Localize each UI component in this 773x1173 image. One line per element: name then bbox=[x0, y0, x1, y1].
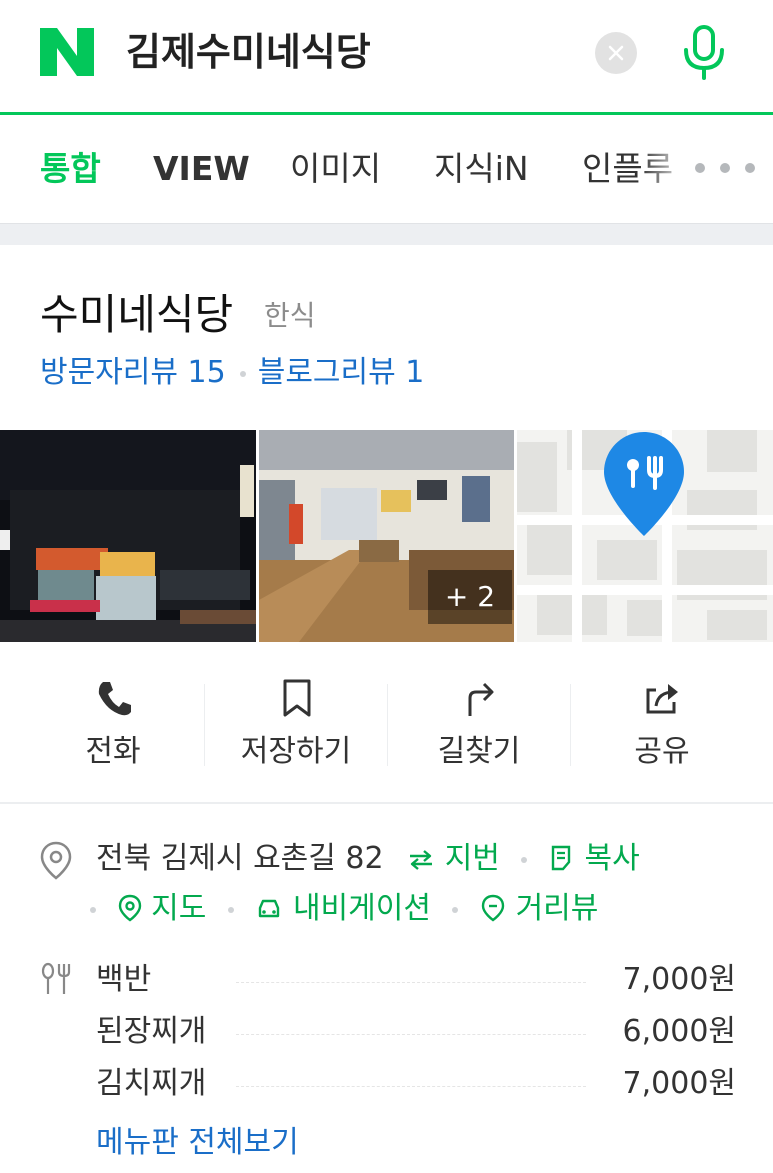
map-pin-icon bbox=[118, 894, 141, 922]
search-query[interactable]: 김제수미네식당 bbox=[126, 26, 371, 78]
directions-label: 길찾기 bbox=[437, 734, 521, 769]
share-icon bbox=[646, 684, 678, 714]
separator-dot bbox=[521, 856, 528, 863]
bookmark-icon bbox=[283, 679, 311, 717]
section-divider bbox=[0, 802, 773, 804]
tab-knowledge-in[interactable]: 지식iN bbox=[434, 147, 529, 191]
search-bar: 김제수미네식당 bbox=[0, 0, 773, 112]
call-button[interactable]: 전화 bbox=[22, 660, 204, 790]
street-view-link[interactable]: 거리뷰 bbox=[480, 891, 598, 926]
restaurant-pin-icon bbox=[604, 432, 684, 536]
more-photos-count[interactable]: + 2 bbox=[428, 570, 512, 624]
copy-address-button[interactable]: 복사 bbox=[549, 841, 640, 876]
address-row: 전북 김제시 요촌길 82 지번 복사 bbox=[96, 838, 640, 880]
microphone-icon[interactable] bbox=[680, 24, 728, 82]
swap-icon bbox=[410, 850, 433, 870]
location-pin-icon bbox=[40, 841, 72, 880]
menu-item: 김치찌개 7,000원 bbox=[96, 1062, 736, 1108]
menu-leader-line bbox=[236, 1034, 586, 1035]
lot-number-label: 지번 bbox=[444, 841, 500, 876]
menu-item-price: 7,000원 bbox=[622, 962, 736, 997]
search-tabs: 통합 VIEW 이미지 지식iN 인플루 bbox=[0, 115, 773, 223]
place-name[interactable]: 수미네식당 bbox=[40, 288, 233, 342]
more-tabs-icon[interactable] bbox=[690, 153, 760, 183]
map-label: 지도 bbox=[151, 891, 207, 926]
separator-dot bbox=[239, 370, 246, 377]
address-links-row: 지도 내비게이션 거리뷰 bbox=[90, 888, 598, 930]
share-label: 공유 bbox=[634, 734, 690, 769]
fork-knife-icon bbox=[41, 962, 71, 994]
map-link[interactable]: 지도 bbox=[118, 891, 216, 926]
navigation-link[interactable]: 내비게이션 bbox=[255, 891, 440, 926]
street-view-label: 거리뷰 bbox=[515, 891, 599, 926]
tab-images[interactable]: 이미지 bbox=[290, 147, 381, 191]
car-icon bbox=[259, 899, 280, 918]
section-gap bbox=[0, 223, 773, 245]
separator-dot bbox=[90, 906, 96, 913]
full-menu-link[interactable]: 메뉴판 전체보기 bbox=[96, 1122, 299, 1164]
visitor-reviews-link[interactable]: 방문자리뷰 15 bbox=[40, 355, 226, 390]
menu-item: 백반 7,000원 bbox=[96, 958, 736, 1004]
lot-number-toggle[interactable]: 지번 bbox=[407, 841, 509, 876]
directions-icon bbox=[468, 682, 494, 716]
clear-search-button[interactable] bbox=[595, 32, 637, 74]
action-bar: 전화 저장하기 길찾기 공유 bbox=[0, 660, 773, 800]
exterior-photo[interactable] bbox=[0, 430, 256, 642]
menu-item-price: 7,000원 bbox=[622, 1066, 736, 1101]
menu-leader-line bbox=[236, 982, 586, 983]
phone-icon bbox=[98, 682, 131, 716]
menu-leader-line bbox=[236, 1086, 586, 1087]
menu-item-name: 김치찌개 bbox=[96, 1066, 207, 1101]
place-category: 한식 bbox=[264, 299, 316, 332]
separator-dot bbox=[227, 906, 234, 913]
save-button[interactable]: 저장하기 bbox=[205, 660, 387, 790]
menu-item-name: 백반 bbox=[96, 962, 152, 997]
tab-view[interactable]: VIEW bbox=[153, 147, 250, 191]
directions-button[interactable]: 길찾기 bbox=[388, 660, 570, 790]
street-view-icon bbox=[481, 894, 505, 922]
share-button[interactable]: 공유 bbox=[571, 660, 753, 790]
review-links: 방문자리뷰 15 블로그리뷰 1 bbox=[40, 352, 424, 394]
address-text: 전북 김제시 요촌길 82 bbox=[96, 841, 384, 876]
navigation-label: 내비게이션 bbox=[292, 891, 431, 926]
call-label: 전화 bbox=[85, 734, 141, 769]
menu-item-price: 6,000원 bbox=[622, 1014, 736, 1049]
copy-label: 복사 bbox=[584, 841, 640, 876]
close-icon bbox=[608, 45, 624, 61]
separator-dot bbox=[452, 906, 459, 913]
tab-fade bbox=[640, 115, 690, 223]
tab-integrated[interactable]: 통합 bbox=[40, 147, 101, 191]
menu-item-name: 된장찌개 bbox=[96, 1014, 207, 1049]
photo-strip: + 2 bbox=[0, 430, 773, 642]
menu-item: 된장찌개 6,000원 bbox=[96, 1010, 736, 1056]
blog-reviews-link[interactable]: 블로그리뷰 1 bbox=[258, 355, 425, 390]
copy-icon bbox=[551, 845, 571, 871]
save-label: 저장하기 bbox=[240, 734, 352, 769]
naver-logo[interactable] bbox=[40, 28, 94, 76]
